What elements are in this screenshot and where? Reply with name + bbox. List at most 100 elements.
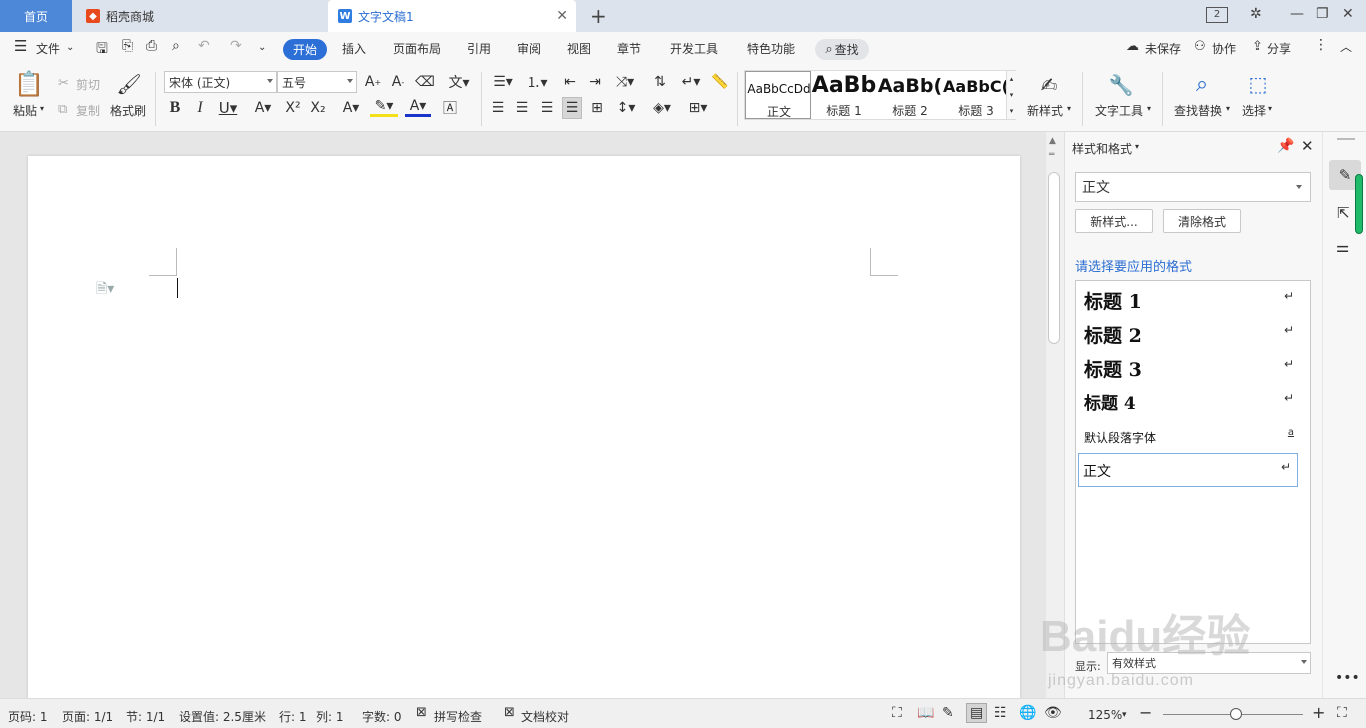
text-effect-icon[interactable]: A▾ <box>338 97 364 119</box>
style-list-item[interactable]: 标题 2 ↵ <box>1076 317 1310 351</box>
shading-icon[interactable]: ◈▾ <box>648 97 676 119</box>
style-heading-2[interactable]: AaBb( 标题 2 <box>877 71 943 119</box>
menu-start[interactable]: 开始 <box>283 39 327 60</box>
spell-check-label[interactable]: 拼写检查 <box>434 708 482 725</box>
menu-share[interactable]: 分享 <box>1267 40 1291 57</box>
border-icon[interactable]: ⊞▾ <box>684 97 712 119</box>
grow-font-icon[interactable]: A + <box>363 71 383 93</box>
menu-dev-tools[interactable]: 开发工具 <box>670 40 718 57</box>
page-number[interactable]: 页码: 1 <box>8 708 48 725</box>
new-style-button[interactable]: 新样式... <box>1075 209 1153 233</box>
cut-icon[interactable]: ✂ <box>58 76 69 91</box>
numbered-list-icon[interactable]: ⒈▾ <box>524 71 550 93</box>
setting-value[interactable]: 设置值: 2.5厘米 <box>179 708 266 725</box>
bold-icon[interactable]: B <box>165 97 185 119</box>
gallery-scroll-icon[interactable]: ▴ ▾ ▾ <box>1006 71 1016 119</box>
scroll-indicator[interactable] <box>1355 174 1363 234</box>
redo-icon[interactable]: ↷ <box>230 38 242 54</box>
select-pane-icon[interactable]: ⇱ <box>1337 204 1350 222</box>
current-style-select[interactable]: 正文 <box>1075 172 1311 202</box>
collapse-ribbon-icon[interactable]: ︿ <box>1340 38 1352 55</box>
align-right-icon[interactable]: ☰ <box>537 97 557 119</box>
format-painter-label[interactable]: 格式刷 <box>110 102 146 119</box>
scroll-up-icon[interactable]: ▲ <box>1049 136 1056 146</box>
output-pdf-icon[interactable]: ⎘ <box>122 38 133 54</box>
chevron-down-icon[interactable]: ▾ <box>1268 104 1272 113</box>
restore-icon[interactable]: ❐ <box>1316 6 1329 22</box>
window-counter-icon[interactable]: 2 <box>1206 7 1228 23</box>
fullscreen-icon[interactable]: ⛶ <box>892 705 902 721</box>
style-normal[interactable]: AaBbCcDd 正文 <box>745 71 811 119</box>
zoom-in-icon[interactable]: + <box>1312 703 1325 722</box>
font-size-select[interactable]: 五号 <box>277 71 357 93</box>
minimize-icon[interactable]: — <box>1290 6 1304 22</box>
underline-icon[interactable]: U▾ <box>214 97 242 119</box>
menu-view[interactable]: 视图 <box>567 40 591 57</box>
paste-dropdown-icon[interactable]: ▾ <box>40 104 44 113</box>
increase-indent-icon[interactable]: ⇥ <box>585 71 605 93</box>
new-style-label[interactable]: 新样式 <box>1027 102 1063 119</box>
paste-icon[interactable]: 📋 <box>14 70 44 98</box>
find-replace-label[interactable]: 查找替换 <box>1174 102 1222 119</box>
column-number[interactable]: 列: 1 <box>316 708 344 725</box>
clear-format-icon[interactable]: ⌫ <box>415 71 435 93</box>
vertical-scrollbar[interactable]: ▲ ═ <box>1046 132 1064 698</box>
tab-home[interactable]: 首页 <box>0 0 72 32</box>
chevron-down-icon[interactable]: ⌄ <box>66 42 74 53</box>
zoom-out-icon[interactable]: − <box>1139 703 1152 722</box>
decrease-indent-icon[interactable]: ⇤ <box>560 71 580 93</box>
print-preview-icon[interactable]: ⌕ <box>172 38 180 54</box>
style-heading-1[interactable]: AaBb 标题 1 <box>811 71 877 119</box>
format-painter-icon[interactable]: 🖌 <box>116 72 141 96</box>
paragraph-handle-icon[interactable]: 🗎▾ <box>96 278 114 302</box>
new-tab-icon[interactable]: + <box>590 4 607 28</box>
web-view-icon[interactable]: 🌐 <box>1019 705 1036 721</box>
menu-collab[interactable]: 协作 <box>1212 40 1236 57</box>
tab-document[interactable]: W 文字文稿1 ✕ <box>328 0 576 32</box>
phonetic-icon[interactable]: 文▾ <box>446 71 472 93</box>
fit-window-icon[interactable]: ⛶ <box>1337 705 1347 721</box>
char-border-icon[interactable]: 🄰 <box>440 97 460 119</box>
eye-protect-icon[interactable]: 👁 <box>1044 705 1062 721</box>
style-list-item-selected[interactable]: 正文 ↵ <box>1078 453 1298 487</box>
find-replace-icon[interactable]: ⌕ <box>1188 70 1216 98</box>
clear-format-button[interactable]: 清除格式 <box>1163 209 1241 233</box>
close-panel-icon[interactable]: ✕ <box>1301 137 1314 155</box>
doc-proof-icon[interactable]: ⊠ <box>504 705 515 720</box>
copy-label[interactable]: 复制 <box>76 102 100 119</box>
page-view-icon[interactable]: ▤ <box>966 703 988 723</box>
skin-icon[interactable]: ✲ <box>1250 6 1262 22</box>
drag-handle-icon[interactable] <box>1337 138 1355 140</box>
save-icon[interactable]: 🖫 <box>96 38 108 62</box>
style-heading-3[interactable]: AaBbC( 标题 3 <box>943 71 1009 119</box>
show-marks-icon[interactable]: ↵▾ <box>678 71 704 93</box>
sort-icon[interactable]: ⇅ <box>650 71 670 93</box>
undo-icon[interactable]: ↶ <box>198 38 210 54</box>
page-count[interactable]: 页面: 1/1 <box>62 708 113 725</box>
tab-store[interactable]: ◆ 稻壳商城 <box>74 0 326 32</box>
zoom-slider-thumb[interactable] <box>1230 708 1242 720</box>
print-icon[interactable]: ⎙ <box>146 38 157 54</box>
panel-title-chevron-icon[interactable]: ▾ <box>1135 142 1139 151</box>
menu-special[interactable]: 特色功能 <box>747 40 795 57</box>
section[interactable]: 节: 1/1 <box>126 708 165 725</box>
zoom-level[interactable]: 125% <box>1088 708 1122 722</box>
bullet-list-icon[interactable]: ☰▾ <box>490 71 516 93</box>
select-icon[interactable]: ⬚ <box>1244 70 1272 98</box>
style-list-item[interactable]: 标题 3 ↵ <box>1076 351 1310 385</box>
style-list-item[interactable]: 标题 1 ↵ <box>1076 283 1310 317</box>
text-tools-icon[interactable]: 🔧 <box>1108 72 1134 98</box>
more-options-icon[interactable]: ••• <box>1335 670 1360 686</box>
pin-icon[interactable]: 📌 <box>1277 138 1294 154</box>
italic-icon[interactable]: I <box>190 97 210 119</box>
reading-mode-icon[interactable]: 📖 <box>917 705 934 721</box>
more-icon[interactable]: ⋮ <box>1314 37 1328 53</box>
search-button[interactable]: ⌕ 查找 <box>815 39 869 60</box>
outline-view-icon[interactable]: ☷ <box>994 705 1007 721</box>
menu-review[interactable]: 审阅 <box>517 40 541 57</box>
scroll-split-icon[interactable]: ═ <box>1049 150 1054 160</box>
paste-label[interactable]: 粘贴 <box>13 102 37 119</box>
align-left-icon[interactable]: ☰ <box>488 97 508 119</box>
close-window-icon[interactable]: ✕ <box>1342 6 1354 22</box>
panel-title[interactable]: 样式和格式 <box>1072 140 1132 157</box>
